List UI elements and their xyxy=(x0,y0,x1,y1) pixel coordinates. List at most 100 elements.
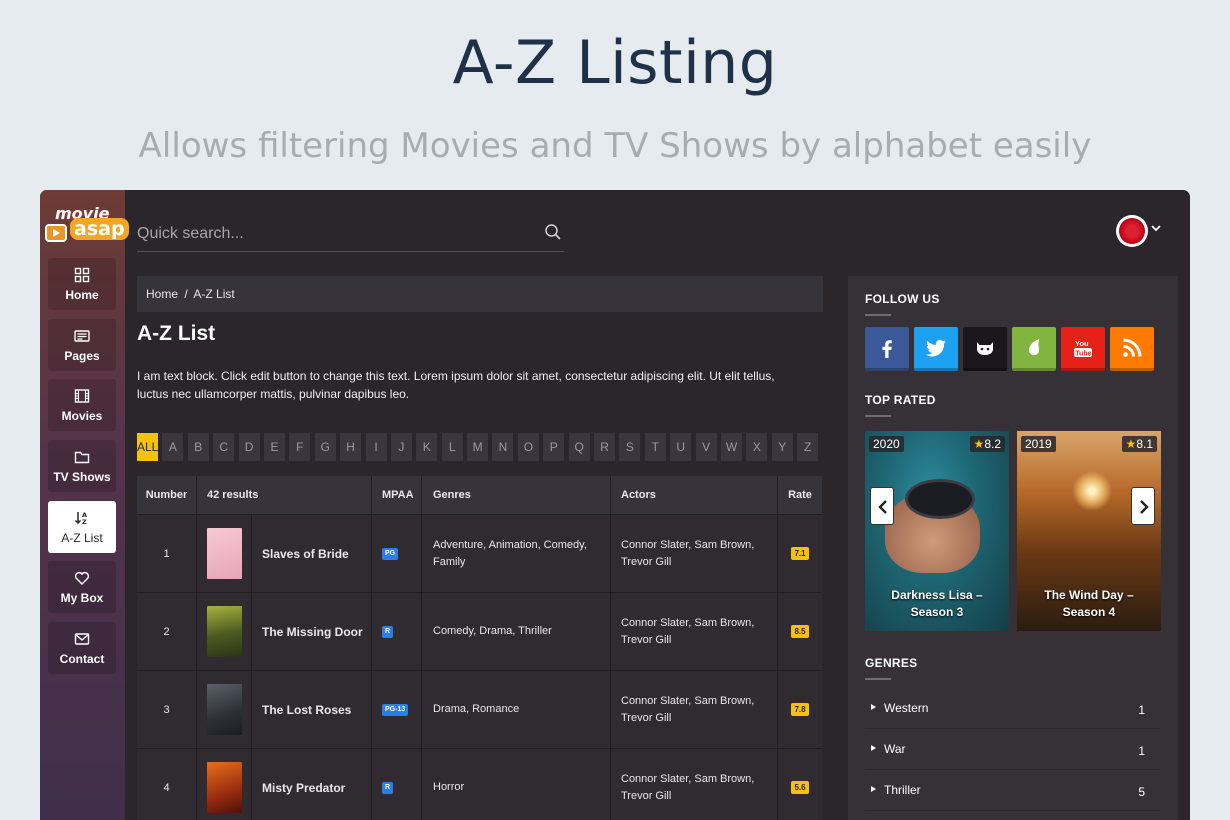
movie-title[interactable]: Misty Predator xyxy=(252,749,372,820)
carousel-next-button[interactable] xyxy=(1131,487,1155,525)
letter-filter[interactable]: N xyxy=(492,433,514,461)
letter-filter[interactable]: J xyxy=(390,433,412,461)
letter-filter[interactable]: Y xyxy=(771,433,793,461)
sidebar-item-my-box[interactable]: My Box xyxy=(48,561,116,613)
score-value: 8.2 xyxy=(984,437,1001,451)
rating-badge: 5.6 xyxy=(791,781,809,794)
rate-cell: 5.6 xyxy=(778,749,822,820)
rate-cell: 7.8 xyxy=(778,671,822,748)
github-button[interactable] xyxy=(963,327,1007,371)
letter-filter[interactable]: Z xyxy=(797,433,819,461)
col-header-mpaa: MPAA xyxy=(372,476,422,514)
row-number: 4 xyxy=(137,749,197,820)
site-logo[interactable]: movie asap xyxy=(45,204,129,246)
letter-filter[interactable]: M xyxy=(467,433,489,461)
promo-title: A-Z Listing xyxy=(452,28,778,98)
table-row[interactable]: 2 The Missing Door R Comedy, Drama, Thri… xyxy=(137,592,822,670)
top-rated-card[interactable]: 2019 ★8.1 The Wind Day – Season 4 xyxy=(1017,431,1161,631)
table-row[interactable]: 1 Slaves of Bride PG Adventure, Animatio… xyxy=(137,514,822,592)
breadcrumb-home-link[interactable]: Home xyxy=(146,287,178,301)
svg-text:Tube: Tube xyxy=(1075,350,1091,357)
sidebar-item-label: Home xyxy=(65,288,99,302)
sidebar-item-label: A-Z List xyxy=(61,531,103,545)
poster-thumbnail[interactable] xyxy=(206,528,242,579)
poster-cell xyxy=(197,515,252,592)
genre-item[interactable]: War 1 xyxy=(865,729,1160,770)
letter-filter[interactable]: X xyxy=(746,433,768,461)
sidebar-item-movies[interactable]: Movies xyxy=(48,379,116,431)
top-rated-card[interactable]: 2020 ★8.2 Darkness Lisa – Season 3 xyxy=(865,431,1009,631)
letter-filter[interactable]: U xyxy=(670,433,692,461)
letter-filter[interactable]: Q xyxy=(568,433,590,461)
sidebar-item-az-list[interactable]: AZ A-Z List xyxy=(48,501,116,553)
intro-text: I am text block. Click edit button to ch… xyxy=(137,369,775,401)
search-icon[interactable] xyxy=(544,223,562,241)
chevron-down-icon[interactable] xyxy=(1150,221,1162,233)
letter-filter[interactable]: P xyxy=(543,433,565,461)
heart-icon xyxy=(48,570,116,586)
sidebar-item-contact[interactable]: Contact xyxy=(48,622,116,674)
right-sidebar: FOLLOW US You Tube TOP RATED 2020 ★8.2 D… xyxy=(848,276,1178,820)
avatar[interactable] xyxy=(1116,215,1148,247)
carousel-prev-button[interactable] xyxy=(870,487,894,525)
movie-title[interactable]: Slaves of Bride xyxy=(252,515,372,592)
sidebar-item-home[interactable]: Home xyxy=(48,258,116,310)
letter-filter[interactable]: E xyxy=(263,433,285,461)
letter-filter[interactable]: C xyxy=(213,433,235,461)
table-row[interactable]: 4 Misty Predator R Horror Connor Slater,… xyxy=(137,748,822,820)
poster-thumbnail[interactable] xyxy=(206,606,242,657)
rating-badge: 8.5 xyxy=(791,625,809,638)
year-badge: 2020 xyxy=(869,436,904,452)
genre-name: Western xyxy=(884,701,929,715)
search-input[interactable] xyxy=(137,222,527,246)
svg-text:You: You xyxy=(1075,339,1089,348)
letter-filter-all[interactable]: ALL xyxy=(137,433,158,461)
youtube-icon: You Tube xyxy=(1074,339,1092,357)
letter-filter[interactable]: H xyxy=(340,433,362,461)
genre-item[interactable]: Western 1 xyxy=(865,688,1160,729)
envato-button[interactable] xyxy=(1012,327,1056,371)
letter-filter[interactable]: O xyxy=(517,433,539,461)
genre-item[interactable]: Thriller 5 xyxy=(865,770,1160,811)
letter-filter[interactable]: B xyxy=(187,433,209,461)
letter-filter[interactable]: F xyxy=(289,433,311,461)
movie-title[interactable]: The Missing Door xyxy=(252,593,372,670)
star-icon: ★ xyxy=(973,437,985,451)
genres-cell: Adventure, Animation, Comedy, Family xyxy=(422,515,611,592)
promo-subtitle: Allows filtering Movies and TV Shows by … xyxy=(138,126,1092,166)
score-value: 8.1 xyxy=(1136,437,1153,451)
page-title: A-Z List xyxy=(137,322,216,345)
row-number: 1 xyxy=(137,515,197,592)
heading-underline xyxy=(865,678,891,680)
top-rated-heading: TOP RATED xyxy=(865,393,936,407)
sidebar-item-tv-shows[interactable]: TV Shows xyxy=(48,440,116,492)
poster-thumbnail[interactable] xyxy=(206,684,242,735)
letter-filter[interactable]: R xyxy=(594,433,616,461)
genre-count: 5 xyxy=(1138,785,1145,799)
letter-filter[interactable]: T xyxy=(644,433,666,461)
twitter-button[interactable] xyxy=(914,327,958,371)
sidebar-item-label: Contact xyxy=(59,652,105,666)
letter-filter[interactable]: V xyxy=(695,433,717,461)
youtube-button[interactable]: You Tube xyxy=(1061,327,1105,371)
social-links: You Tube xyxy=(865,327,1154,371)
letter-filter[interactable]: L xyxy=(441,433,463,461)
mpaa-cell: PG-13 xyxy=(372,671,422,748)
rss-button[interactable] xyxy=(1110,327,1154,371)
col-header-number: Number xyxy=(137,476,197,514)
table-row[interactable]: 3 The Lost Roses PG-13 Drama, Romance Co… xyxy=(137,670,822,748)
movie-title[interactable]: The Lost Roses xyxy=(252,671,372,748)
letter-filter[interactable]: D xyxy=(238,433,260,461)
genre-name: War xyxy=(884,742,906,756)
letter-filter[interactable]: A xyxy=(162,433,184,461)
poster-thumbnail[interactable] xyxy=(206,762,242,813)
letter-filter[interactable]: S xyxy=(619,433,641,461)
letter-filter[interactable]: K xyxy=(416,433,438,461)
sun-glow xyxy=(1072,471,1112,511)
letter-filter[interactable]: I xyxy=(365,433,387,461)
letter-filter[interactable]: G xyxy=(314,433,336,461)
sidebar-item-pages[interactable]: Pages xyxy=(48,319,116,371)
card-title: The Wind Day – Season 4 xyxy=(1044,588,1134,619)
facebook-button[interactable] xyxy=(865,327,909,371)
letter-filter[interactable]: W xyxy=(720,433,742,461)
